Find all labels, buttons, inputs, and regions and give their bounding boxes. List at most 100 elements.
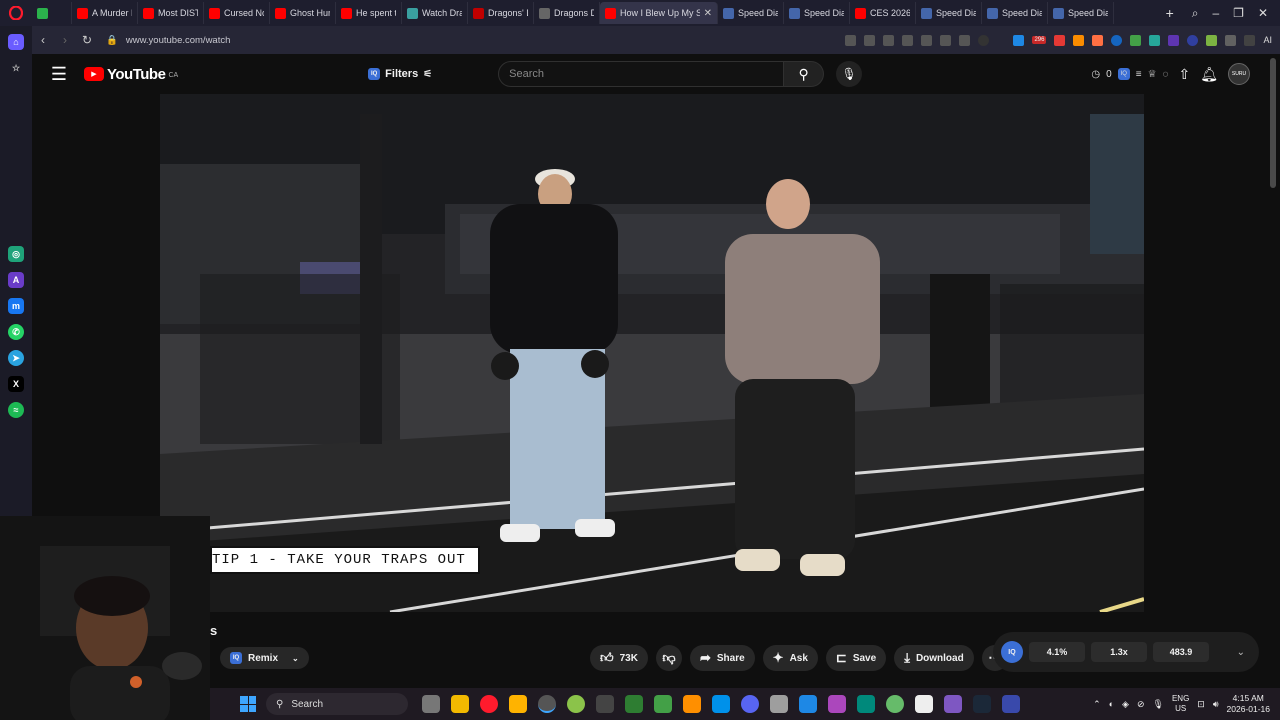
search-button[interactable]: ⚲ (784, 61, 825, 87)
obs-icon[interactable] (538, 695, 556, 713)
browser-tab[interactable]: Speed Dial (718, 2, 784, 24)
opera-logo-icon[interactable] (0, 0, 32, 26)
browser-tab[interactable] (32, 2, 72, 24)
download-icon[interactable] (940, 34, 952, 46)
opera-icon[interactable] (480, 695, 498, 713)
telegram-icon[interactable]: ➤ (8, 350, 24, 366)
search-tabs-icon[interactable]: ⌕ (1192, 6, 1199, 21)
chevron-up-icon[interactable]: ⌃ (1093, 699, 1101, 710)
browser-tab[interactable]: Speed Dial (982, 2, 1048, 24)
capcut-icon[interactable] (915, 695, 933, 713)
tab-close-icon[interactable]: ✕ (704, 8, 712, 19)
chatgpt-icon[interactable]: ◎ (8, 246, 24, 262)
close-window-icon[interactable]: ✕ (1258, 6, 1268, 21)
voice-search-button[interactable]: 🎙 (836, 61, 863, 87)
browser-tab[interactable]: Ghost Huntin (270, 2, 336, 24)
trophy-icon[interactable]: ♕ (1148, 69, 1157, 80)
extension-purple-icon[interactable] (1168, 34, 1180, 46)
save-button[interactable]: ⊏ Save (825, 645, 887, 671)
guide-menu-icon[interactable]: ☰ (34, 64, 84, 85)
dislike-button[interactable]: 👎︎ (655, 645, 682, 671)
shield-icon[interactable] (883, 34, 895, 46)
browser-tab[interactable]: Most DISTUR (138, 2, 204, 24)
app-icon-19[interactable] (944, 695, 962, 713)
menu-icon[interactable] (959, 34, 971, 46)
filters-button[interactable]: IQ Filters ⚟ (368, 68, 432, 80)
iq-icon[interactable]: IQ (1117, 68, 1130, 80)
back-icon[interactable]: ‹ (32, 33, 54, 47)
thunder-app-icon[interactable] (509, 695, 527, 713)
puzzle-icon[interactable] (1225, 34, 1237, 46)
discord-icon[interactable] (741, 695, 759, 713)
taskbar-search[interactable]: ⚲ Search (266, 693, 408, 715)
browser-tab[interactable]: He spent the (336, 2, 402, 24)
app-icon-8[interactable] (625, 695, 643, 713)
tray-icon-2[interactable]: ◈ (1122, 699, 1129, 710)
edit-icon[interactable] (845, 34, 857, 46)
maximize-icon[interactable]: ❐ (1233, 6, 1244, 21)
page-scrollbar[interactable] (1270, 58, 1276, 188)
app-icon-15[interactable] (828, 695, 846, 713)
app-icon-14[interactable] (799, 695, 817, 713)
clock-icon[interactable]: ◷ (1091, 69, 1100, 80)
browser-tab[interactable]: Speed Dial (916, 2, 982, 24)
search-input[interactable]: Search (498, 61, 785, 87)
tray-icon-1[interactable]: ◐ (1109, 699, 1114, 709)
list-icon[interactable]: ≡ (1136, 69, 1142, 80)
remix-button[interactable]: IQ Remix ⌄ (220, 647, 309, 669)
camera-icon[interactable] (864, 34, 876, 46)
youtube-logo[interactable]: ▶ YouTube CA (84, 66, 178, 83)
app-icon-17[interactable] (886, 695, 904, 713)
browser-tab[interactable]: Watch Drago (402, 2, 468, 24)
app-icon-7[interactable] (596, 695, 614, 713)
browser-tab[interactable]: Speed Dial (1048, 2, 1114, 24)
heart-icon[interactable] (921, 34, 933, 46)
tray-mic-icon[interactable]: 🎙︎ (1153, 699, 1164, 710)
extension-lime-icon[interactable] (1206, 34, 1218, 46)
extension-green-icon[interactable] (1130, 34, 1142, 46)
task-view-icon[interactable] (422, 695, 440, 713)
browser-tab[interactable]: Cursed Note (204, 2, 270, 24)
extension-red-icon[interactable] (1054, 34, 1066, 46)
url-field[interactable]: 🔒 www.youtube.com/watch (106, 35, 230, 46)
extension-globe-icon[interactable] (1111, 34, 1123, 46)
browser-tab[interactable]: Dragons Den (534, 2, 600, 24)
extension-teal-icon[interactable] (1149, 34, 1161, 46)
upload-icon[interactable]: ⇧ (1178, 66, 1190, 83)
extension-indigo-icon[interactable] (1187, 34, 1199, 46)
download-button[interactable]: ⤓ Download (894, 645, 974, 671)
iq-panel-chevron-icon[interactable]: ⌄ (1237, 647, 1251, 658)
home-icon[interactable]: ⌂ (8, 34, 24, 50)
avatar[interactable]: SURU (1228, 63, 1250, 85)
aria-icon[interactable]: A (8, 272, 24, 288)
browser-tab[interactable]: A Murder My (72, 2, 138, 24)
wallet-icon[interactable] (1244, 34, 1256, 46)
ai-button[interactable]: AI (1263, 35, 1272, 45)
app-icon-11[interactable] (712, 695, 730, 713)
extension-counter-badge[interactable]: 296 (1032, 36, 1047, 44)
share-button[interactable]: ➦ Share (689, 645, 755, 671)
extension-blue-icon[interactable] (1013, 34, 1025, 46)
app-icon-21[interactable] (1002, 695, 1020, 713)
reload-icon[interactable]: ↻ (76, 33, 98, 47)
app-icon-16[interactable] (857, 695, 875, 713)
star-icon[interactable]: ☆ (8, 60, 24, 76)
profile-icon[interactable] (978, 34, 990, 46)
windows-start-icon[interactable] (240, 696, 256, 712)
messenger-icon[interactable]: m (8, 298, 24, 314)
extension-orange-icon[interactable] (1092, 34, 1104, 46)
vlc-icon[interactable] (683, 695, 701, 713)
video-player[interactable]: TIP 1 - TAKE YOUR TRAPS OUT (160, 94, 1144, 612)
browser-tab[interactable]: CES 2026: 20 (850, 2, 916, 24)
app-icon-9[interactable] (654, 695, 672, 713)
taskbar-clock[interactable]: 4:15 AM 2026-01-16 (1227, 693, 1270, 715)
rss-icon[interactable] (1073, 34, 1085, 46)
file-explorer-icon[interactable] (451, 695, 469, 713)
minimize-icon[interactable]: – (1212, 6, 1219, 21)
x-icon[interactable]: X (8, 376, 24, 392)
like-button[interactable]: 👍︎ 73K (590, 645, 648, 671)
steam-icon[interactable] (973, 695, 991, 713)
green-app-icon[interactable] (567, 695, 585, 713)
language-indicator[interactable]: ENG US (1172, 694, 1189, 714)
iq-logo[interactable]: IQ (1001, 641, 1023, 663)
